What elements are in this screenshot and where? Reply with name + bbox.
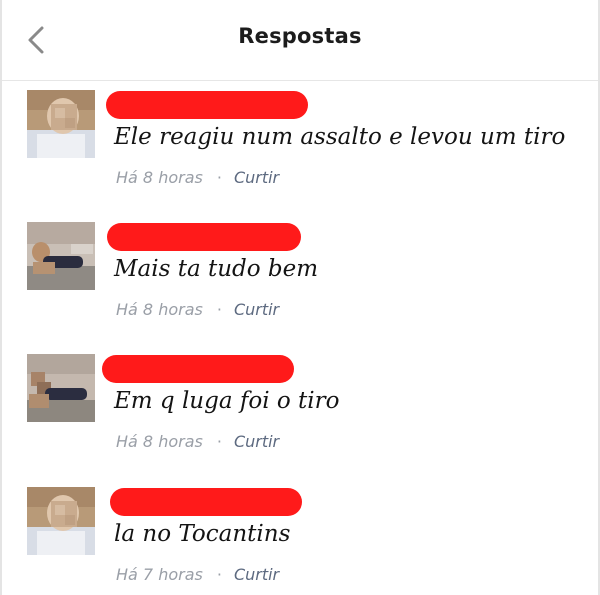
redacted-username[interactable]: [106, 91, 308, 119]
reply-time: Há 7 horas: [116, 565, 203, 584]
reply-time: Há 8 horas: [116, 300, 203, 319]
reply-item: Mais ta tudo bem Há 8 horas · Curtir: [2, 222, 598, 352]
reply-item: Em q luga foi o tiro Há 8 horas · Curtir: [2, 354, 598, 484]
separator-dot: ·: [216, 565, 222, 584]
reply-meta: Há 8 horas · Curtir: [116, 300, 279, 319]
redacted-username[interactable]: [102, 355, 294, 383]
separator-dot: ·: [216, 432, 222, 451]
like-link[interactable]: Curtir: [234, 565, 279, 584]
reply-text: Ele reagiu num assalto e levou um tiro: [114, 124, 566, 150]
reply-item: la no Tocantins Há 7 horas · Curtir: [2, 487, 598, 595]
reply-meta: Há 7 horas · Curtir: [116, 565, 279, 584]
redacted-username[interactable]: [110, 488, 302, 516]
reply-meta: Há 8 horas · Curtir: [116, 432, 279, 451]
reply-time: Há 8 horas: [116, 168, 203, 187]
top-bar: Respostas: [2, 0, 598, 81]
like-link[interactable]: Curtir: [234, 168, 279, 187]
reply-meta: Há 8 horas · Curtir: [116, 168, 279, 187]
separator-dot: ·: [216, 300, 222, 319]
reply-text: Mais ta tudo bem: [114, 256, 319, 282]
avatar[interactable]: [27, 487, 95, 555]
separator-dot: ·: [216, 168, 222, 187]
replies-screen: Respostas Ele reagiu num assalto e levou…: [0, 0, 600, 595]
page-title: Respostas: [238, 24, 362, 48]
redacted-username[interactable]: [107, 223, 301, 251]
avatar[interactable]: [27, 222, 95, 290]
like-link[interactable]: Curtir: [234, 300, 279, 319]
reply-text: Em q luga foi o tiro: [114, 388, 340, 414]
reply-item: Ele reagiu num assalto e levou um tiro H…: [2, 90, 598, 220]
reply-time: Há 8 horas: [116, 432, 203, 451]
reply-text: la no Tocantins: [114, 521, 291, 547]
avatar[interactable]: [27, 90, 95, 158]
avatar[interactable]: [27, 354, 95, 422]
like-link[interactable]: Curtir: [234, 432, 279, 451]
